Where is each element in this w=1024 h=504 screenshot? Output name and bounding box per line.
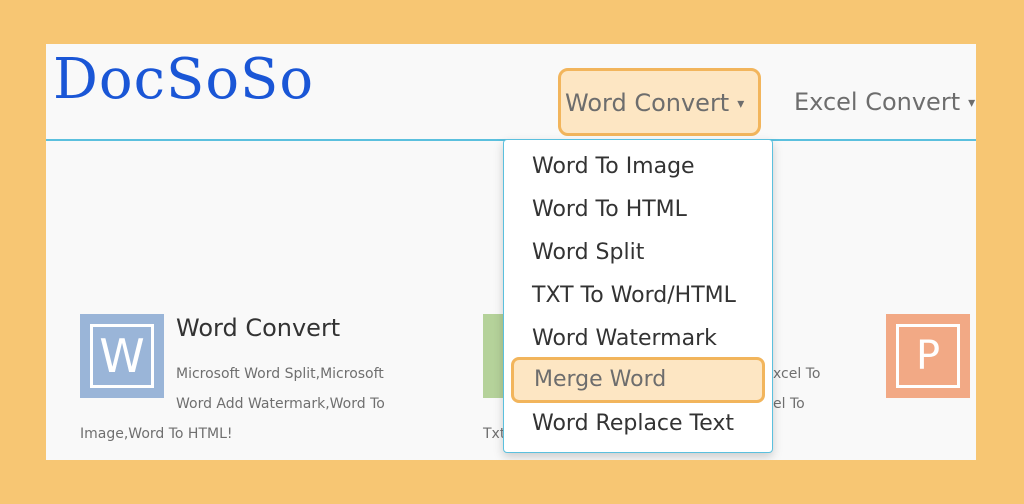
card-desc-line: Microsoft Word Split,Microsoft [176, 366, 384, 382]
menu-item-word-to-html[interactable]: Word To HTML [532, 191, 687, 229]
card-desc-line: Image,Word To HTML! [80, 426, 233, 442]
chevron-down-icon: ▾ [968, 95, 976, 111]
word-icon-letter: W [90, 324, 154, 388]
word-convert-dropdown: Word To Image Word To HTML Word Split TX… [503, 139, 773, 453]
site-logo[interactable]: DocSoSo [53, 48, 314, 112]
nav-word-convert[interactable]: Word Convert ▾ [558, 68, 761, 136]
card-desc-line: Txt [483, 426, 506, 442]
menu-item-word-to-image[interactable]: Word To Image [532, 148, 695, 186]
menu-item-merge-word[interactable]: Merge Word [511, 357, 765, 403]
menu-item-word-replace-text[interactable]: Word Replace Text [532, 405, 734, 443]
menu-item-txt-to-word-html[interactable]: TXT To Word/HTML [532, 277, 736, 315]
powerpoint-icon-letter: P [896, 324, 960, 388]
card-desc-line: Word Add Watermark,Word To [176, 396, 385, 412]
menu-item-word-watermark[interactable]: Word Watermark [532, 320, 717, 358]
card-title-word-convert[interactable]: Word Convert [176, 314, 340, 342]
word-icon[interactable]: W [80, 314, 164, 398]
nav-excel-convert[interactable]: Excel Convert ▾ [794, 70, 975, 135]
menu-item-word-split[interactable]: Word Split [532, 234, 644, 272]
site-header: DocSoSo Word Convert ▾ Excel Convert ▾ [46, 44, 976, 141]
chevron-down-icon: ▾ [737, 96, 745, 112]
card-desc-line: el To [773, 396, 805, 412]
card-desc-line: xcel To [773, 366, 821, 382]
nav-excel-convert-label: Excel Convert [794, 88, 961, 116]
powerpoint-icon[interactable]: P [886, 314, 970, 398]
nav-word-convert-label: Word Convert [565, 89, 730, 117]
page-frame: DocSoSo Word Convert ▾ Excel Convert ▾ W W… [46, 44, 976, 460]
